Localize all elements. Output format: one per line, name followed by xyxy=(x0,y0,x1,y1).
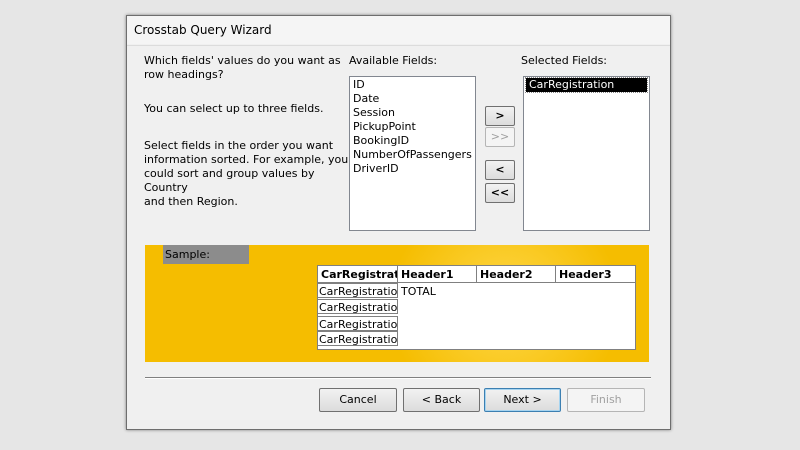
sample-header: Header2 xyxy=(477,266,556,283)
available-field-item[interactable]: ID xyxy=(350,78,475,92)
selected-fields-list[interactable]: CarRegistration xyxy=(523,76,650,231)
next-button[interactable]: Next > xyxy=(484,388,561,412)
available-field-item[interactable]: PickupPoint xyxy=(350,120,475,134)
title-bar: Crosstab Query Wizard xyxy=(127,16,670,44)
sample-row-heading: CarRegistration2 xyxy=(318,299,398,314)
finish-button[interactable]: Finish xyxy=(567,388,645,412)
instruction-order: Select fields in the order you want info… xyxy=(144,139,349,208)
available-field-item[interactable]: Date xyxy=(350,92,475,106)
sample-grid: CarRegistrat Header1 Header2 Header3 Car… xyxy=(317,265,636,350)
remove-field-button[interactable]: < xyxy=(485,160,515,180)
selected-fields-label: Selected Fields: xyxy=(521,54,608,67)
sample-row-heading: CarRegistration4 xyxy=(318,331,398,346)
instruction-limit: You can select up to three fields. xyxy=(144,102,324,115)
sample-row-heading: CarRegistration3 xyxy=(318,316,398,331)
sample-preview: Sample: CarRegistrat Header1 Header2 Hea… xyxy=(145,245,649,362)
footer-divider-highlight xyxy=(145,378,651,379)
cancel-button[interactable]: Cancel xyxy=(319,388,397,412)
sample-header: CarRegistrat xyxy=(318,266,398,283)
back-button[interactable]: < Back xyxy=(403,388,480,412)
available-fields-list[interactable]: ID Date Session PickupPoint BookingID Nu… xyxy=(349,76,476,231)
available-field-item[interactable]: BookingID xyxy=(350,134,475,148)
sample-label: Sample: xyxy=(163,245,249,264)
selected-field-item[interactable]: CarRegistration xyxy=(525,77,648,93)
available-field-item[interactable]: Session xyxy=(350,106,475,120)
instruction-question: Which fields' values do you want as row … xyxy=(144,54,341,81)
available-fields-label: Available Fields: xyxy=(349,54,438,67)
sample-row-heading: CarRegistration xyxy=(318,283,398,298)
sample-total: TOTAL xyxy=(401,285,436,298)
sample-header: Header1 xyxy=(398,266,477,283)
available-field-item[interactable]: DriverID xyxy=(350,162,475,176)
window-title: Crosstab Query Wizard xyxy=(134,23,272,37)
available-field-item[interactable]: NumberOfPassengers xyxy=(350,148,475,162)
title-divider xyxy=(127,45,670,46)
add-all-fields-button[interactable]: >> xyxy=(485,127,515,147)
remove-all-fields-button[interactable]: << xyxy=(485,183,515,203)
crosstab-wizard-dialog: Crosstab Query Wizard Which fields' valu… xyxy=(126,15,671,430)
sample-header: Header3 xyxy=(556,266,635,283)
add-field-button[interactable]: > xyxy=(485,106,515,126)
